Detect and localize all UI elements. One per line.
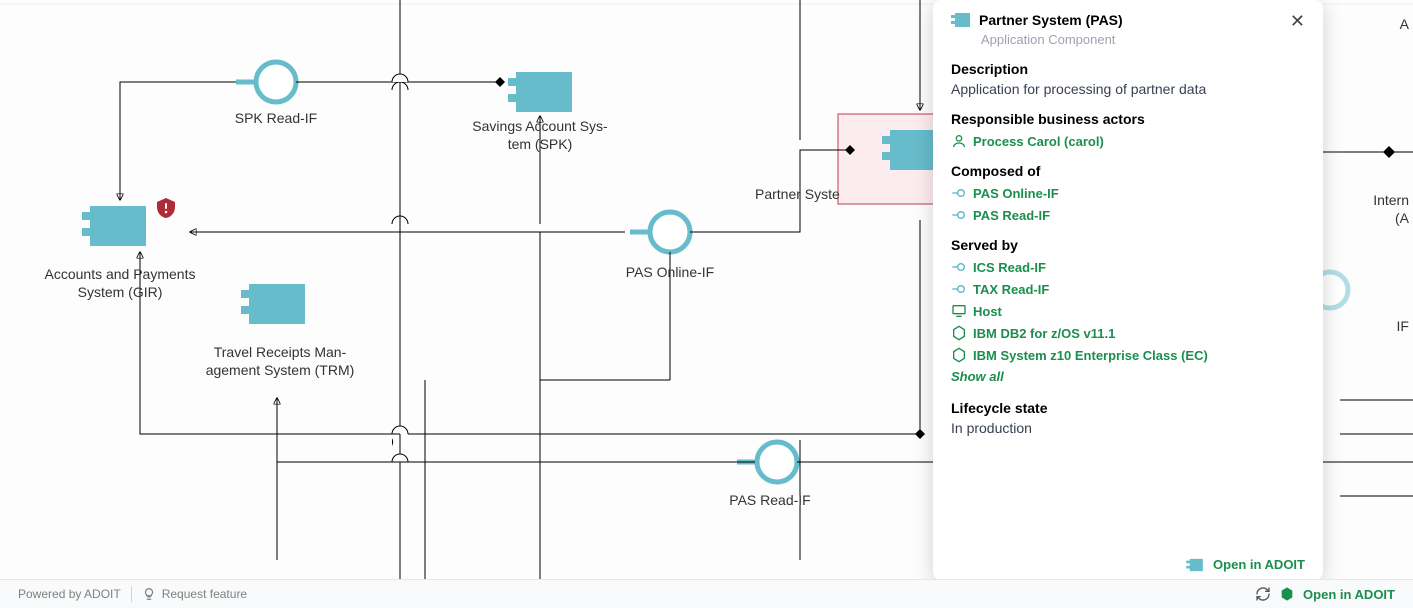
node-travel-receipts[interactable]: Travel Receipts Man- agement System (TRM…	[190, 344, 370, 379]
show-all-link[interactable]: Show all	[951, 369, 1004, 384]
actors-label: Responsible business actors	[951, 111, 1305, 127]
interface-icon	[951, 207, 967, 223]
details-panel: Partner System (PAS) ✕ Application Compo…	[933, 0, 1323, 580]
served-link-2[interactable]: Host	[951, 303, 1305, 319]
description-text: Application for processing of partner da…	[951, 81, 1305, 97]
served-text-2: Host	[973, 304, 1002, 319]
edge-node-intern2: (A	[1395, 210, 1409, 226]
served-text-4: IBM System z10 Enterprise Class (EC)	[973, 348, 1208, 363]
person-icon	[951, 133, 967, 149]
hexagon-icon	[951, 347, 967, 363]
node-pas-online-if[interactable]: PAS Online-IF	[580, 264, 760, 282]
served-link-4[interactable]: IBM System z10 Enterprise Class (EC)	[951, 347, 1305, 363]
interface-icon	[951, 281, 967, 297]
lifecycle-text: In production	[951, 420, 1305, 436]
refresh-icon[interactable]	[1255, 586, 1271, 602]
close-button[interactable]: ✕	[1290, 12, 1305, 30]
node-accounts-payments[interactable]: Accounts and Payments System (GIR)	[30, 266, 210, 301]
composed-link-0[interactable]: PAS Online-IF	[951, 185, 1305, 201]
open-in-adoit-text: Open in ADOIT	[1213, 557, 1305, 572]
served-link-0[interactable]: ICS Read-IF	[951, 259, 1305, 275]
composed-text-0: PAS Online-IF	[973, 186, 1059, 201]
edge-node-intern: Intern	[1373, 192, 1409, 208]
hexagon-icon	[1279, 586, 1295, 602]
node-partner-system[interactable]: Partner Syste	[755, 186, 875, 204]
panel-subtitle: Application Component	[981, 32, 1305, 47]
hexagon-icon	[951, 325, 967, 341]
interface-icon	[951, 259, 967, 275]
application-component-icon	[951, 12, 971, 28]
composed-text-1: PAS Read-IF	[973, 208, 1050, 223]
panel-title: Partner System (PAS)	[979, 12, 1290, 28]
edge-node-if: IF	[1397, 318, 1409, 334]
served-text-1: TAX Read-IF	[973, 282, 1049, 297]
monitor-icon	[951, 303, 967, 319]
request-feature-link[interactable]: Request feature	[142, 587, 247, 601]
composed-label: Composed of	[951, 163, 1305, 179]
alert-icon	[154, 196, 178, 220]
edge-node-apl: A	[1400, 16, 1409, 32]
node-pas-read-if[interactable]: PAS Read-IF	[680, 492, 860, 510]
served-link-1[interactable]: TAX Read-IF	[951, 281, 1305, 297]
divider	[131, 586, 132, 602]
served-text-0: ICS Read-IF	[973, 260, 1046, 275]
description-label: Description	[951, 61, 1305, 77]
open-in-adoit-footer[interactable]: Open in ADOIT	[1255, 586, 1395, 602]
served-text-3: IBM DB2 for z/OS v11.1	[973, 326, 1115, 341]
node-savings-account[interactable]: Savings Account Sys- tem (SPK)	[450, 118, 630, 153]
served-label: Served by	[951, 237, 1305, 253]
powered-by: Powered by ADOIT	[18, 587, 121, 601]
composed-link-1[interactable]: PAS Read-IF	[951, 207, 1305, 223]
actor-link[interactable]: Process Carol (carol)	[951, 133, 1305, 149]
interface-icon	[951, 185, 967, 201]
served-link-3[interactable]: IBM DB2 for z/OS v11.1	[951, 325, 1305, 341]
open-in-adoit-panel[interactable]: Open in ADOIT	[1185, 557, 1305, 572]
application-component-icon	[1185, 558, 1205, 572]
request-feature-text: Request feature	[162, 587, 247, 601]
lifecycle-label: Lifecycle state	[951, 400, 1305, 416]
footer-bar: Powered by ADOIT Request feature Open in…	[0, 579, 1413, 608]
actor-name: Process Carol (carol)	[973, 134, 1104, 149]
node-spk-read-if[interactable]: SPK Read-IF	[186, 110, 366, 128]
bulb-icon	[142, 587, 156, 601]
open-in-adoit-footer-text: Open in ADOIT	[1303, 587, 1395, 602]
